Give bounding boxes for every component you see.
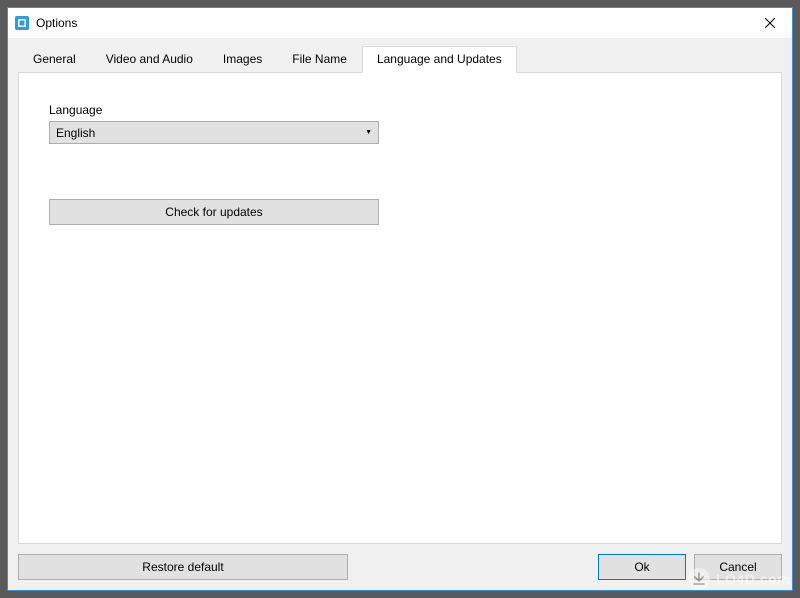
tab-file-name[interactable]: File Name — [277, 46, 362, 72]
dialog-footer: Restore default Ok Cancel — [18, 544, 782, 580]
app-icon — [14, 15, 30, 31]
chevron-down-icon: ▼ — [365, 129, 372, 136]
check-updates-button[interactable]: Check for updates — [49, 199, 379, 225]
tab-content: Language English ▼ Check for updates — [18, 72, 782, 544]
language-selected-value: English — [56, 126, 365, 140]
client-area: General Video and Audio Images File Name… — [8, 38, 792, 590]
ok-button[interactable]: Ok — [598, 554, 686, 580]
tab-general[interactable]: General — [18, 46, 91, 72]
cancel-button[interactable]: Cancel — [694, 554, 782, 580]
options-window: Options General Video and Audio Images F… — [7, 7, 793, 591]
tab-language-updates[interactable]: Language and Updates — [362, 46, 517, 73]
tab-video-audio[interactable]: Video and Audio — [91, 46, 208, 72]
restore-default-button[interactable]: Restore default — [18, 554, 348, 580]
close-button[interactable] — [747, 8, 792, 38]
close-icon — [765, 18, 775, 28]
language-label: Language — [49, 103, 751, 117]
titlebar: Options — [8, 8, 792, 38]
tab-images[interactable]: Images — [208, 46, 277, 72]
tab-row: General Video and Audio Images File Name… — [18, 46, 782, 72]
language-dropdown[interactable]: English ▼ — [49, 121, 379, 144]
window-title: Options — [36, 16, 747, 30]
